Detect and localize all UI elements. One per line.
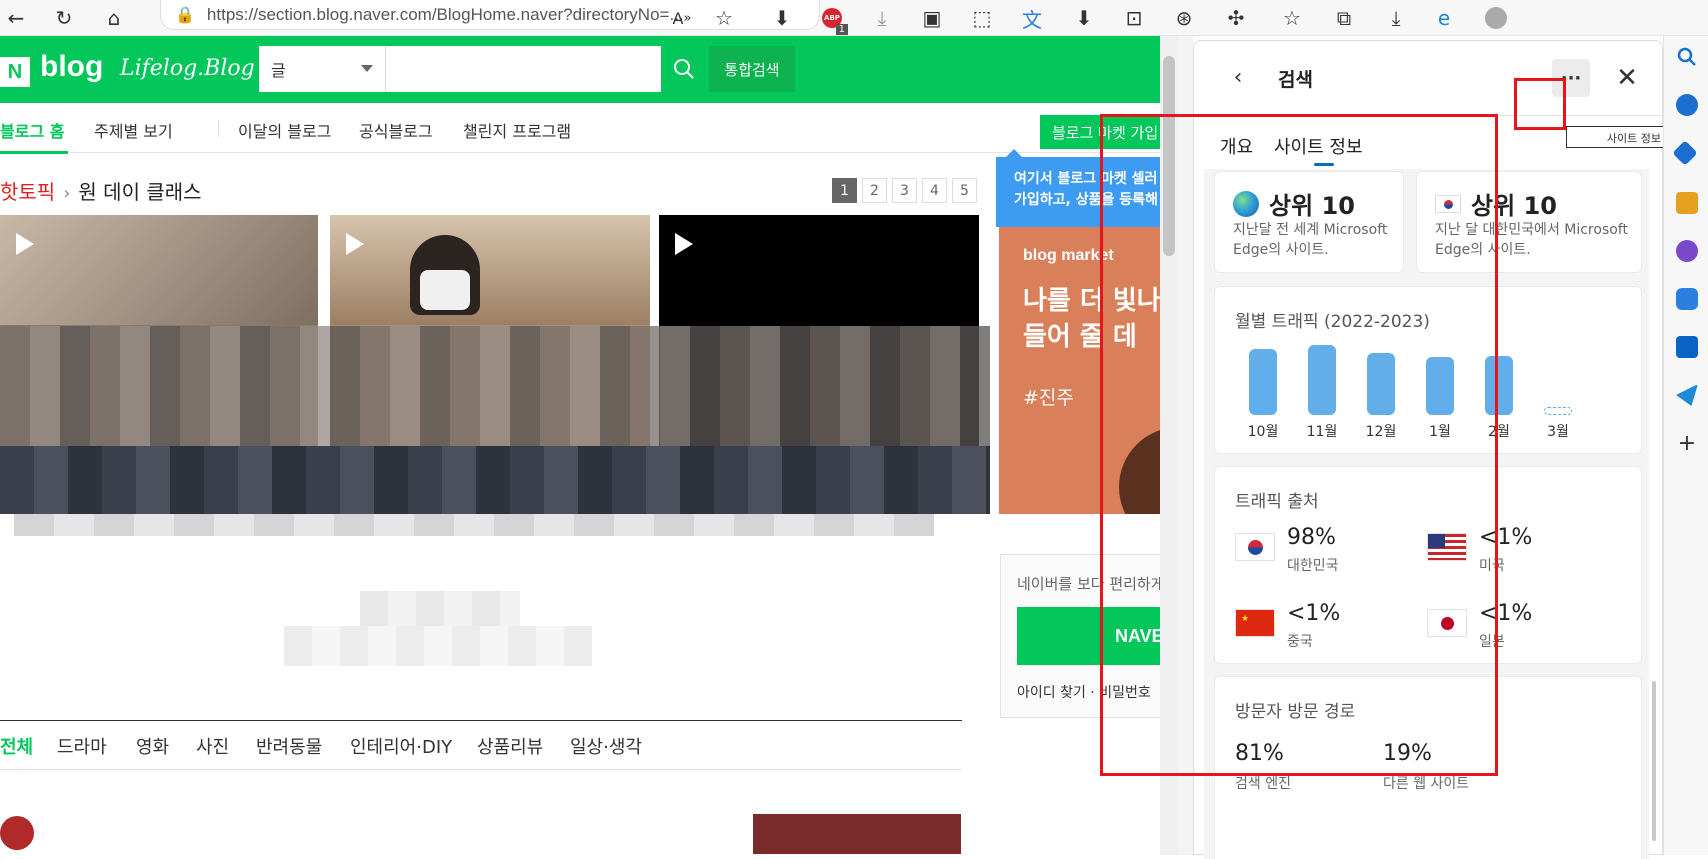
download-icon[interactable]: ⬇ [1070,4,1098,32]
nav-topics[interactable]: 주제별 보기 [94,118,173,142]
page-5[interactable]: 5 [952,178,977,203]
blog-logo[interactable]: blog [40,50,103,84]
naver-n-logo[interactable]: N [0,57,30,87]
panel-title: 검색 [1278,69,1313,91]
adblock-icon[interactable]: ABP 1 [818,4,848,35]
translate-icon[interactable]: 文 [1018,4,1046,32]
page-3[interactable]: 3 [892,178,917,203]
panel-scrollbar[interactable] [1652,681,1656,841]
tools-icon[interactable] [1676,192,1698,214]
extensions-icon[interactable]: ✣ [1222,4,1250,32]
back-icon[interactable]: ‹ [1224,63,1252,91]
favorite-add-icon[interactable]: ☆ [710,4,738,32]
category-pets[interactable]: 반려동물 [256,733,322,759]
blurred-overlay-mid [0,446,990,514]
url-text: https://section.blog.naver.com/BlogHome.… [206,4,684,24]
category-daily[interactable]: 일상·생각 [570,733,642,759]
download-arrow-icon[interactable]: ⬇ [768,4,796,32]
browser-toolbar: ← ↻ ⌂ 🔒 https://section.blog.naver.com/B… [0,0,1708,36]
page-4[interactable]: 4 [922,178,947,203]
outlook-icon[interactable] [1676,336,1698,358]
total-search-button[interactable]: 통합검색 [709,46,795,92]
category-bottom-line [0,769,962,770]
downloads-icon[interactable]: ⤓ [1382,4,1410,32]
nav-monthly-blog[interactable]: 이달의 블로그 [238,118,331,142]
search-type-select[interactable]: 글 [259,46,385,92]
post-thumbnail[interactable] [753,814,961,854]
edge-sidebar: + [1663,36,1708,855]
extension-globe-icon[interactable]: ⊛ [1170,4,1198,32]
send-icon[interactable] [1676,384,1698,406]
favorites-icon[interactable]: ☆ [1278,4,1306,32]
search-icon [674,59,694,79]
hot-topic-label[interactable]: 핫토픽 [0,180,55,204]
naver-blog-page: N blog Lifelog.Blog 글 통합검색 블로그 홈 주제별 보기 … [0,36,1160,855]
category-photo[interactable]: 사진 [196,733,229,759]
category-movie[interactable]: 영화 [136,733,169,759]
refresh-icon[interactable]: ↻ [50,4,78,32]
naver-header: N blog Lifelog.Blog 글 통합검색 [0,36,1160,103]
highlight-box-icon [1514,78,1566,130]
people-icon[interactable] [1676,240,1698,262]
blurred-overlay-bottom [14,514,934,536]
chevron-right-icon: › [63,183,71,204]
pocket-icon[interactable]: ⊡ [1120,4,1148,32]
avatar[interactable] [0,816,34,850]
hot-topic-name[interactable]: 원 데이 클래스 [78,180,201,204]
office-icon[interactable] [1676,288,1698,310]
page-2[interactable]: 2 [862,178,887,203]
adblock-badge: 1 [835,24,848,35]
edge-icon[interactable]: e [1430,4,1458,32]
add-icon[interactable]: + [1676,431,1698,456]
tooltip-arrow [1006,149,1022,157]
blurred-overlay-top [0,326,990,446]
play-icon [16,233,34,255]
lifelog-logo[interactable]: Lifelog.Blog [120,56,255,81]
home-icon[interactable]: ⌂ [100,4,128,32]
nav-blog-home[interactable]: 블로그 홈 [0,118,64,142]
tooltip-box: 사이트 정보 [1566,126,1666,148]
nav-official-blog[interactable]: 공식블로그 [359,118,433,142]
hot-topic-title: 핫토픽 › 원 데이 클래스 [0,176,202,205]
lock-icon: 🔒 [175,6,195,24]
blurred-ad-bottom [284,626,592,666]
nav-divider [218,121,219,137]
search-type-value: 글 [271,61,286,80]
blog-nav: 블로그 홈 주제별 보기 이달의 블로그 공식블로그 챌린지 프로그램 블로그 … [0,103,1160,154]
category-drama[interactable]: 드라마 [57,733,107,759]
category-review[interactable]: 상품리뷰 [477,733,543,759]
category-top-line [0,720,962,721]
visit-name-search: 검색 엔진 [1235,776,1291,792]
traffic-month-label: 3월 [1547,424,1569,440]
visit-name-other: 다른 웹 사이트 [1383,776,1470,792]
screenshot-icon[interactable]: ⬚ [968,4,996,32]
play-icon [346,233,364,255]
highlight-box-panel [1100,114,1498,776]
search-input[interactable] [385,46,661,92]
search-button[interactable] [663,46,705,92]
ad-tag: #진주 [1023,387,1074,409]
play-icon [675,233,693,255]
category-all[interactable]: 전체 [0,733,33,759]
page-1[interactable]: 1 [832,178,857,203]
close-icon[interactable]: ✕ [1608,59,1646,97]
shopping-tag-icon[interactable] [1672,140,1698,166]
read-aloud-icon[interactable]: A» [668,4,696,32]
search-icon[interactable] [1676,46,1698,68]
save-icon[interactable]: ⤓ [868,4,896,32]
traffic-bar[interactable] [1544,407,1572,415]
bing-discover-icon[interactable] [1676,94,1698,116]
collections-icon[interactable]: ⧉ [1330,4,1358,32]
category-interior[interactable]: 인테리어·DIY [350,733,452,759]
back-icon[interactable]: ← [2,4,30,32]
nav-active-underline [0,151,68,154]
chevron-down-icon [361,65,373,72]
image-icon[interactable]: ▣ [918,4,946,32]
nav-challenge[interactable]: 챌린지 프로그램 [463,118,571,142]
profile-icon[interactable] [1482,4,1510,32]
